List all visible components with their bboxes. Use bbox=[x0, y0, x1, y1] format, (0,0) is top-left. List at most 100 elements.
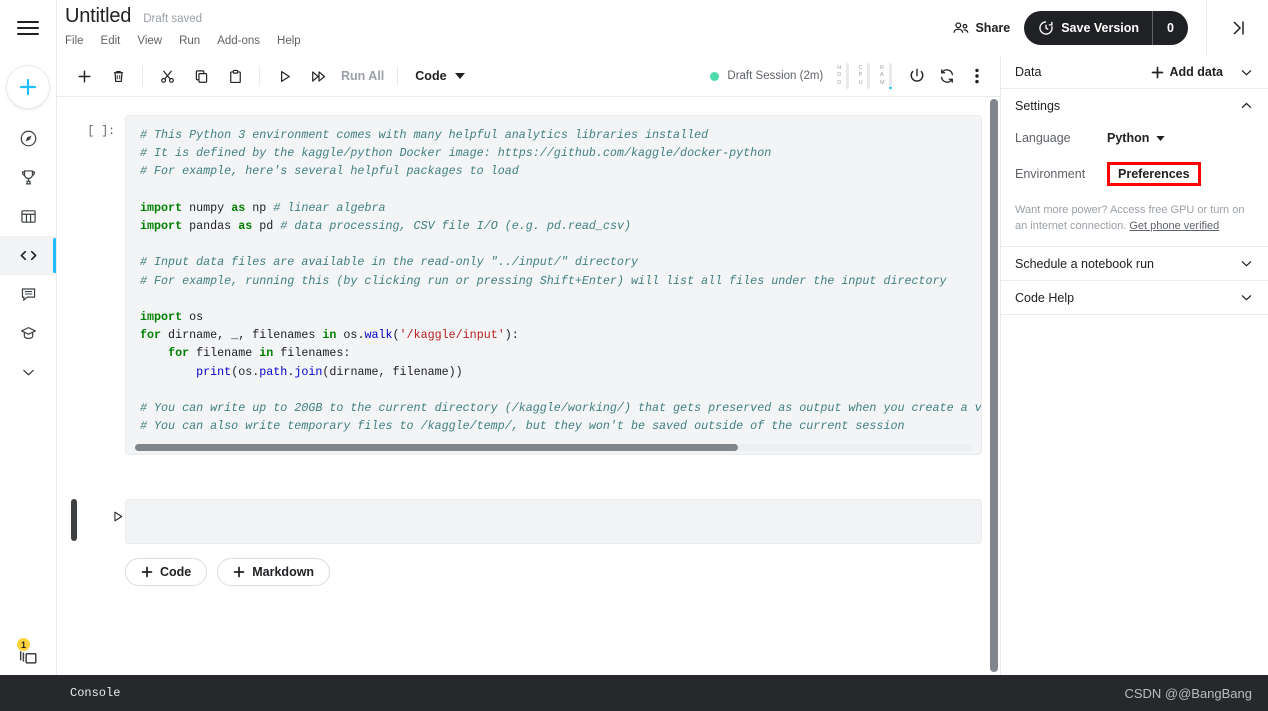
code-line: # This Python 3 environment comes with m… bbox=[140, 128, 709, 142]
history-clock-icon bbox=[1038, 20, 1054, 36]
add-data-button[interactable]: Add data bbox=[1151, 65, 1223, 79]
compass-icon bbox=[19, 129, 38, 148]
data-section-header[interactable]: Data Add data bbox=[1001, 56, 1268, 89]
session-label: Draft Session (2m) bbox=[727, 70, 824, 82]
get-phone-verified-link[interactable]: Get phone verified bbox=[1129, 220, 1219, 232]
chevron-down-icon[interactable] bbox=[1239, 256, 1254, 271]
empty-cell-run-button[interactable] bbox=[110, 509, 125, 524]
code-cell-hscrollbar[interactable] bbox=[126, 441, 981, 454]
toolbar-divider-2 bbox=[259, 66, 260, 86]
collapse-right-icon bbox=[1227, 17, 1249, 39]
codehelp-section-header[interactable]: Code Help bbox=[1015, 281, 1254, 314]
page-title[interactable]: Untitled bbox=[65, 5, 131, 28]
sidebar-item-home[interactable] bbox=[0, 119, 56, 158]
version-count: 0 bbox=[1152, 11, 1188, 45]
menu-item-addons[interactable]: Add-ons bbox=[217, 35, 260, 47]
language-label: Language bbox=[1015, 131, 1071, 145]
menu-item-edit[interactable]: Edit bbox=[101, 35, 121, 47]
codehelp-section: Code Help bbox=[1001, 281, 1268, 315]
add-cell-button[interactable] bbox=[67, 59, 101, 93]
add-markdown-button[interactable]: Markdown bbox=[217, 558, 331, 587]
add-cell-icon bbox=[76, 68, 93, 85]
chevron-down-icon[interactable] bbox=[1239, 65, 1254, 80]
title-area: Untitled Draft saved File Edit View Run … bbox=[56, 0, 939, 56]
code-editor[interactable]: # This Python 3 environment comes with m… bbox=[126, 126, 981, 441]
save-version-button[interactable]: Save Version 0 bbox=[1024, 11, 1188, 45]
add-cell-row: Code Markdown bbox=[57, 544, 1000, 587]
language-setting-row: Language Python bbox=[1015, 122, 1254, 154]
notebook-main: Run All Code Draft Session (2m) HDD C P … bbox=[56, 56, 1000, 675]
schedule-section-header[interactable]: Schedule a notebook run bbox=[1015, 247, 1254, 280]
paste-icon bbox=[227, 68, 244, 85]
sidebar-item-more[interactable] bbox=[0, 353, 56, 392]
environment-label: Environment bbox=[1015, 167, 1086, 181]
code-cell-wrapper: [ ]: # This Python 3 environment comes w… bbox=[57, 115, 1000, 456]
chevron-down-icon[interactable] bbox=[1239, 290, 1254, 305]
sidebar-item-discussions[interactable] bbox=[0, 275, 56, 314]
menu-button[interactable] bbox=[0, 0, 56, 56]
cell-selection-bar bbox=[71, 499, 77, 542]
collapse-panel-button[interactable] bbox=[1206, 0, 1268, 56]
settings-section-header[interactable]: Settings bbox=[1015, 89, 1254, 122]
sidebar-item-competitions[interactable] bbox=[0, 158, 56, 197]
delete-cell-icon bbox=[110, 68, 127, 85]
add-code-button[interactable]: Code bbox=[125, 558, 208, 587]
code-line: # For example, here's several helpful pa… bbox=[140, 164, 519, 179]
code-cell[interactable]: # This Python 3 environment comes with m… bbox=[125, 115, 982, 456]
sidebar-item-code[interactable] bbox=[0, 236, 56, 275]
gauge-ram-label: RAM bbox=[880, 64, 885, 86]
sidebar-item-learn[interactable] bbox=[0, 314, 56, 353]
language-dropdown[interactable]: Python bbox=[1107, 131, 1166, 145]
menu-bar: File Edit View Run Add-ons Help bbox=[65, 35, 939, 47]
schedule-section: Schedule a notebook run bbox=[1001, 247, 1268, 281]
settings-section-title: Settings bbox=[1015, 98, 1061, 113]
restart-button[interactable] bbox=[932, 61, 962, 91]
hscrollbar-track[interactable] bbox=[135, 444, 972, 452]
create-button[interactable] bbox=[6, 65, 50, 109]
add-data-label: Add data bbox=[1169, 65, 1223, 79]
sidebar-item-datasets[interactable] bbox=[0, 197, 56, 236]
power-button[interactable] bbox=[902, 61, 932, 91]
notebook-vscrollbar[interactable] bbox=[990, 97, 998, 675]
preferences-highlight-box: Preferences bbox=[1107, 162, 1201, 186]
cut-button[interactable] bbox=[150, 59, 184, 93]
top-right-actions: Share Save Version 0 bbox=[939, 0, 1268, 56]
save-version-label: Save Version bbox=[1061, 21, 1140, 35]
run-all-label[interactable]: Run All bbox=[335, 69, 390, 83]
chevron-up-icon[interactable] bbox=[1239, 98, 1254, 113]
gauge-ram: RAM bbox=[880, 63, 892, 89]
session-status-dot bbox=[710, 71, 720, 81]
console-bar[interactable]: Console CSDN @@BangBang bbox=[0, 675, 1268, 711]
menu-item-file[interactable]: File bbox=[65, 35, 84, 47]
plus-icon bbox=[16, 75, 40, 99]
hscrollbar-thumb[interactable] bbox=[135, 444, 738, 452]
language-value: Python bbox=[1107, 131, 1150, 145]
gauge-cpu-label: CPU bbox=[858, 64, 864, 86]
more-options-button[interactable] bbox=[962, 61, 992, 91]
layers-icon: 1 bbox=[16, 638, 40, 667]
gauge-cpu-bar bbox=[867, 63, 871, 89]
menu-item-help[interactable]: Help bbox=[277, 35, 301, 47]
save-version-main[interactable]: Save Version bbox=[1024, 11, 1152, 45]
paste-button[interactable] bbox=[218, 59, 252, 93]
preferences-button[interactable]: Preferences bbox=[1118, 167, 1190, 181]
menu-item-view[interactable]: View bbox=[137, 35, 162, 47]
code-line: # You can write up to 20GB to the curren… bbox=[140, 400, 981, 415]
cell-type-dropdown[interactable]: Code bbox=[405, 69, 474, 83]
gauge-ram-bar bbox=[889, 63, 892, 89]
menu-item-run[interactable]: Run bbox=[179, 35, 200, 47]
vscrollbar-thumb[interactable] bbox=[990, 99, 998, 672]
console-label: Console bbox=[70, 686, 121, 700]
left-rail: 1 bbox=[0, 56, 56, 675]
delete-cell-button[interactable] bbox=[101, 59, 135, 93]
empty-code-cell[interactable] bbox=[125, 499, 982, 545]
share-button[interactable]: Share bbox=[939, 21, 1024, 35]
code-line: # Input data files are available in the … bbox=[140, 255, 638, 270]
run-all-button[interactable] bbox=[301, 59, 335, 93]
upgrade-note: Want more power? Access free GPU or turn… bbox=[1015, 194, 1254, 246]
layers-button[interactable]: 1 bbox=[0, 638, 56, 667]
run-cell-button[interactable] bbox=[267, 59, 301, 93]
body: 1 Run All Code Draft Session (2m) H D D … bbox=[0, 56, 1268, 675]
copy-button[interactable] bbox=[184, 59, 218, 93]
